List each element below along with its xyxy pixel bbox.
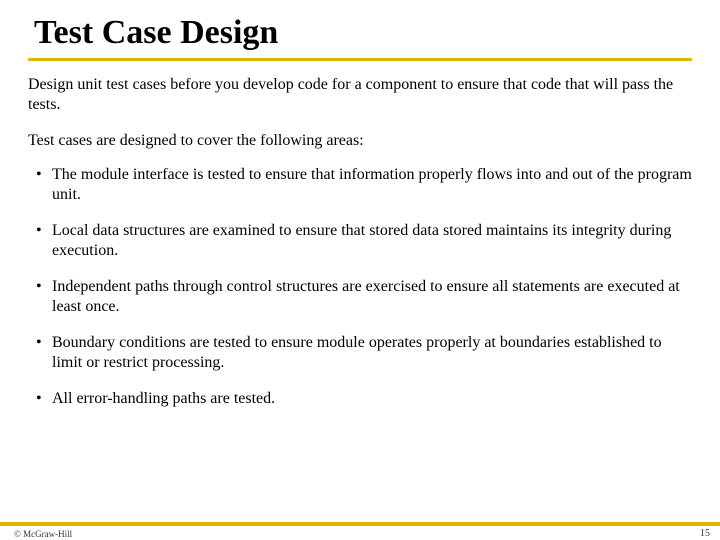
title-rule: [28, 58, 692, 61]
list-item: Independent paths through control struct…: [28, 277, 692, 317]
list-item: Local data structures are examined to en…: [28, 221, 692, 261]
copyright-text: © McGraw-Hill: [14, 529, 72, 539]
list-item: Boundary conditions are tested to ensure…: [28, 333, 692, 373]
slide: Test Case Design Design unit test cases …: [0, 0, 720, 540]
footer: © McGraw-Hill 15: [0, 520, 720, 540]
page-number: 15: [700, 528, 710, 539]
footer-bar: [0, 522, 720, 526]
list-item: The module interface is tested to ensure…: [28, 165, 692, 205]
intro-paragraph: Design unit test cases before you develo…: [28, 75, 692, 115]
lead-paragraph: Test cases are designed to cover the fol…: [28, 131, 692, 151]
bullet-list: The module interface is tested to ensure…: [28, 165, 692, 409]
page-title: Test Case Design: [34, 14, 692, 52]
list-item: All error-handling paths are tested.: [28, 389, 692, 409]
